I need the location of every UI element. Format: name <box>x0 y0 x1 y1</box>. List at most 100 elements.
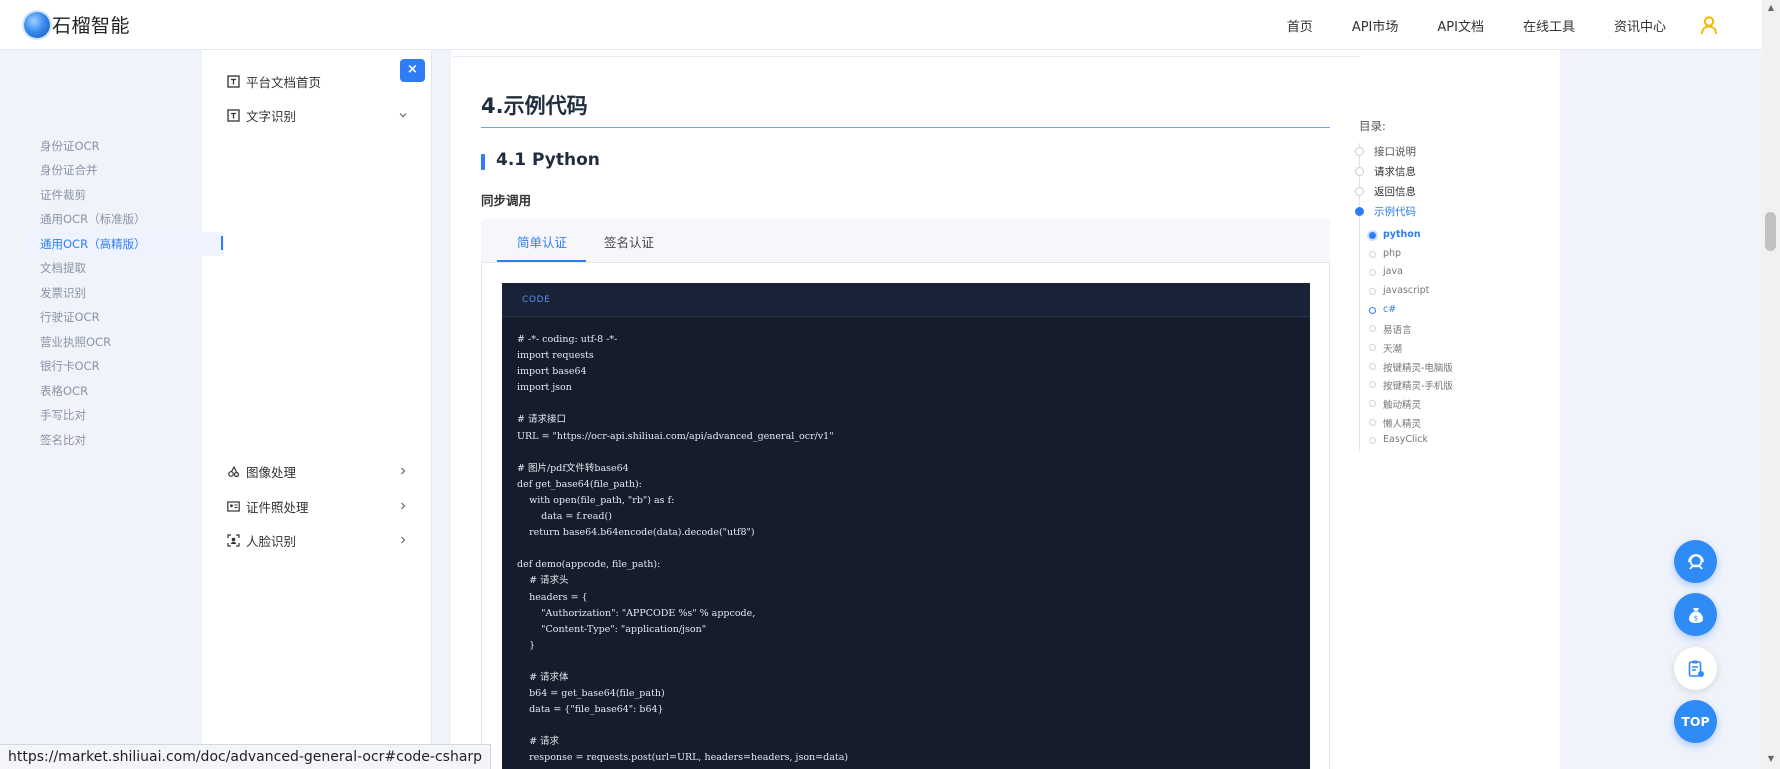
toc-subdot <box>1369 437 1376 444</box>
sidebar-item-doc-extract[interactable]: 文档提取 <box>26 256 224 280</box>
svg-text:$: $ <box>1693 614 1697 622</box>
sidebar-item-doc-home[interactable]: 平台文档首页 <box>202 68 431 94</box>
customer-service-button[interactable] <box>1674 540 1717 583</box>
link-status-bar: https://market.shiliuai.com/doc/advanced… <box>0 744 492 769</box>
text-icon <box>227 108 240 122</box>
toc-item-interface[interactable]: 接口说明 <box>1374 144 1416 159</box>
toc-title: 目录: <box>1359 119 1386 133</box>
nav-news[interactable]: 资讯中心 <box>1614 16 1666 35</box>
sidebar-group-label: 文字识别 <box>246 108 297 124</box>
subsection-heading: 4.1 Python <box>496 150 600 170</box>
sidebar-item-invoice[interactable]: 发票识别 <box>26 281 224 305</box>
tab-signature-auth[interactable]: 签名认证 <box>604 232 654 251</box>
sidebar-item-id-card-ocr[interactable]: 身份证OCR <box>26 134 224 158</box>
sidebar-group-id-photo[interactable]: 证件照处理 <box>202 493 432 519</box>
brand-logo[interactable]: 石榴智能 <box>24 11 130 38</box>
toc-sub-touch-sprite[interactable]: 触动精灵 <box>1383 397 1421 411</box>
sidebar-item-general-ocr-advanced[interactable]: 通用OCR（高精版） <box>26 232 224 256</box>
headset-icon <box>1687 553 1704 569</box>
toc-sub-java[interactable]: java <box>1383 266 1403 277</box>
toc-subdot <box>1369 325 1376 332</box>
sidebar-item-table-ocr[interactable]: 表格OCR <box>26 379 224 403</box>
sync-call-label: 同步调用 <box>481 193 532 208</box>
sidebar-item-driving-license[interactable]: 行驶证OCR <box>26 305 224 329</box>
toc-sub-easyclick[interactable]: EasyClick <box>1383 434 1428 445</box>
divider <box>453 56 1360 57</box>
toc-subdot <box>1369 344 1376 351</box>
active-item-indicator <box>221 236 223 250</box>
id-photo-icon <box>227 500 240 512</box>
page-scrollbar[interactable] <box>1762 0 1780 769</box>
code-language-tag: CODE <box>522 295 551 305</box>
back-to-top-button[interactable]: TOP <box>1674 700 1717 743</box>
sidebar-item-id-card-merge[interactable]: 身份证合并 <box>26 158 224 182</box>
sidebar-group-face[interactable]: 人脸识别 <box>202 527 432 553</box>
user-icon[interactable] <box>1699 15 1719 35</box>
feedback-button[interactable] <box>1674 647 1717 690</box>
toc-item-request[interactable]: 请求信息 <box>1374 164 1416 179</box>
nav-home[interactable]: 首页 <box>1287 16 1313 35</box>
sidebar-item-id-crop[interactable]: 证件裁剪 <box>26 183 224 207</box>
toc-subdot-hover <box>1369 307 1376 314</box>
toc-sub-easy-language[interactable]: 易语言 <box>1383 322 1412 336</box>
toc-dot <box>1355 147 1364 156</box>
toc-sub-tianchao[interactable]: 天潮 <box>1383 341 1402 355</box>
toc-sub-lazy-sprite[interactable]: 懒人精灵 <box>1383 416 1421 430</box>
clipboard-icon <box>1688 660 1704 677</box>
sidebar-group-text-ocr[interactable]: 文字识别 <box>202 102 431 128</box>
toc-sub-ajjl-mobile[interactable]: 按键精灵-手机版 <box>1383 378 1453 392</box>
section-heading: 4.示例代码 <box>481 94 588 118</box>
document-icon <box>227 74 240 88</box>
code-block-header <box>502 283 1310 317</box>
sidebar-item-signature[interactable]: 签名比对 <box>26 428 224 452</box>
heading-underline <box>481 127 1330 128</box>
sidebar-item-label: 平台文档首页 <box>246 74 322 90</box>
main-nav: 首页 API市场 API文档 在线工具 资讯中心 <box>1248 0 1666 50</box>
chevron-down-icon <box>399 113 407 118</box>
sidebar-group-label: 图像处理 <box>246 464 297 480</box>
sidebar-item-business-license[interactable]: 营业执照OCR <box>26 330 224 354</box>
scrollbar-thumb[interactable] <box>1765 212 1776 251</box>
tab-simple-auth[interactable]: 简单认证 <box>517 232 567 251</box>
toc-dot <box>1355 167 1364 176</box>
toc-subdot <box>1369 381 1376 388</box>
toc-subdot <box>1369 288 1376 295</box>
toc-sub-php[interactable]: php <box>1383 248 1401 259</box>
chevron-right-icon <box>401 502 406 510</box>
toc-subdot <box>1369 400 1376 407</box>
sidebar-item-bank-card[interactable]: 银行卡OCR <box>26 354 224 378</box>
sidebar-item-general-ocr-standard[interactable]: 通用OCR（标准版） <box>26 207 224 231</box>
image-process-icon <box>228 465 240 477</box>
money-bag-icon: $ <box>1688 607 1703 623</box>
sidebar-group-image[interactable]: 图像处理 <box>202 458 432 484</box>
pricing-button[interactable]: $ <box>1674 593 1717 636</box>
nav-online-tools[interactable]: 在线工具 <box>1523 16 1575 35</box>
toc-sub-python[interactable]: python <box>1383 229 1421 240</box>
toc-subdot-active <box>1369 232 1376 239</box>
nav-api-market[interactable]: API市场 <box>1352 16 1399 35</box>
toc-subdot <box>1369 269 1376 276</box>
scroll-up-icon[interactable]: ▲ <box>1765 3 1777 13</box>
python-code[interactable]: # -*- coding: utf-8 -*- import requests … <box>517 332 848 767</box>
face-scan-icon <box>227 533 240 547</box>
sidebar-group-label: 人脸识别 <box>246 533 297 549</box>
toc-item-example-code[interactable]: 示例代码 <box>1374 204 1416 219</box>
toc-item-response[interactable]: 返回信息 <box>1374 184 1416 199</box>
toc-sub-ajjl-pc[interactable]: 按键精灵-电脑版 <box>1383 360 1453 374</box>
sidebar-item-handwriting[interactable]: 手写比对 <box>26 403 224 427</box>
chevron-right-icon <box>401 536 406 544</box>
toc-subdot <box>1369 363 1376 370</box>
top-navbar: 石榴智能 首页 API市场 API文档 在线工具 资讯中心 <box>0 0 1762 50</box>
toc-sub-javascript[interactable]: javascript <box>1383 285 1429 296</box>
active-tab-underline <box>497 260 586 262</box>
toc-subdot <box>1369 251 1376 258</box>
sidebar-group-label: 证件照处理 <box>246 499 309 515</box>
close-sidebar-button[interactable]: × <box>400 59 425 82</box>
toc-dot-active <box>1355 207 1364 216</box>
toc-dot <box>1355 187 1364 196</box>
brand-name: 石榴智能 <box>52 15 131 37</box>
toc-sub-csharp[interactable]: c# <box>1383 304 1396 315</box>
doc-sidebar: 平台文档首页 文字识别 <box>202 50 432 769</box>
scroll-down-icon[interactable]: ▼ <box>1765 754 1777 764</box>
nav-api-docs[interactable]: API文档 <box>1437 16 1484 35</box>
